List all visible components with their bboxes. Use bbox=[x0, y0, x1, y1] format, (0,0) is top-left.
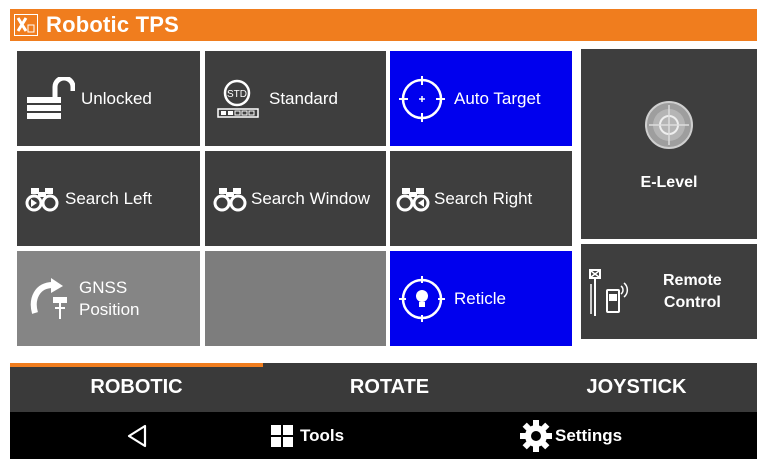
remote-label-line2: Control bbox=[663, 293, 721, 311]
grid-icon bbox=[270, 424, 294, 448]
app-logo-icon bbox=[14, 14, 38, 36]
reticle-label: Reticle bbox=[454, 288, 506, 308]
search-window-label: Search Window bbox=[251, 188, 371, 208]
settings-button[interactable]: Settings bbox=[519, 412, 622, 459]
binoculars-icon bbox=[213, 186, 247, 212]
tab-rotate[interactable]: ROTATE bbox=[263, 363, 516, 412]
search-left-button[interactable]: Search Left bbox=[17, 151, 200, 246]
reticle-lightbulb-icon bbox=[398, 275, 446, 323]
tab-bar: ROBOTIC ROTATE JOYSTICK bbox=[10, 363, 757, 412]
binoculars-right-icon bbox=[396, 186, 430, 212]
binoculars-left-icon bbox=[25, 186, 59, 212]
gear-icon bbox=[519, 419, 553, 453]
tools-label: Tools bbox=[300, 425, 345, 445]
settings-label: Settings bbox=[555, 425, 623, 445]
search-window-button[interactable]: Search Window bbox=[205, 151, 386, 246]
standard-measure-icon: STD bbox=[217, 79, 259, 119]
empty-tile bbox=[205, 251, 386, 346]
title-bar: Robotic TPS bbox=[10, 9, 757, 41]
tab-robotic[interactable]: ROBOTIC bbox=[10, 363, 263, 412]
unlocked-padlock-icon bbox=[25, 76, 75, 121]
standard-label: Standard bbox=[269, 88, 338, 108]
back-button[interactable] bbox=[126, 412, 148, 459]
search-left-label: Search Left bbox=[65, 188, 152, 208]
tile-panel: Unlocked STD Standard Auto Target Search… bbox=[10, 41, 757, 363]
e-level-button[interactable]: E-Level bbox=[581, 49, 757, 239]
remote-label-line1: Remote bbox=[663, 271, 722, 289]
back-triangle-icon bbox=[126, 424, 148, 448]
reticle-button[interactable]: Reticle bbox=[390, 251, 572, 346]
app-title: Robotic TPS bbox=[46, 12, 179, 37]
unlocked-button[interactable]: Unlocked bbox=[17, 51, 200, 146]
gnss-label-line2: Position bbox=[79, 299, 140, 319]
unlocked-label: Unlocked bbox=[81, 88, 152, 108]
gnss-position-icon bbox=[29, 277, 71, 321]
e-level-label: E-Level bbox=[640, 174, 698, 191]
tab-joystick[interactable]: JOYSTICK bbox=[516, 363, 757, 412]
search-right-button[interactable]: Search Right bbox=[390, 151, 572, 246]
standard-badge: STD bbox=[227, 89, 247, 100]
standard-mode-button[interactable]: STD Standard bbox=[205, 51, 386, 146]
remote-control-button[interactable]: Remote Control bbox=[581, 244, 757, 339]
bubble-level-icon bbox=[644, 100, 694, 150]
search-right-label: Search Right bbox=[434, 188, 533, 208]
gnss-position-button[interactable]: GNSS Position bbox=[17, 251, 200, 346]
bottom-nav-bar: Tools Settings bbox=[10, 412, 757, 459]
auto-target-button[interactable]: Auto Target bbox=[390, 51, 572, 146]
auto-target-label: Auto Target bbox=[454, 88, 541, 108]
target-crosshair-icon bbox=[398, 75, 446, 123]
gnss-label-line1: GNSS bbox=[79, 277, 128, 297]
tools-button[interactable]: Tools bbox=[270, 412, 344, 459]
remote-control-icon bbox=[587, 264, 635, 320]
